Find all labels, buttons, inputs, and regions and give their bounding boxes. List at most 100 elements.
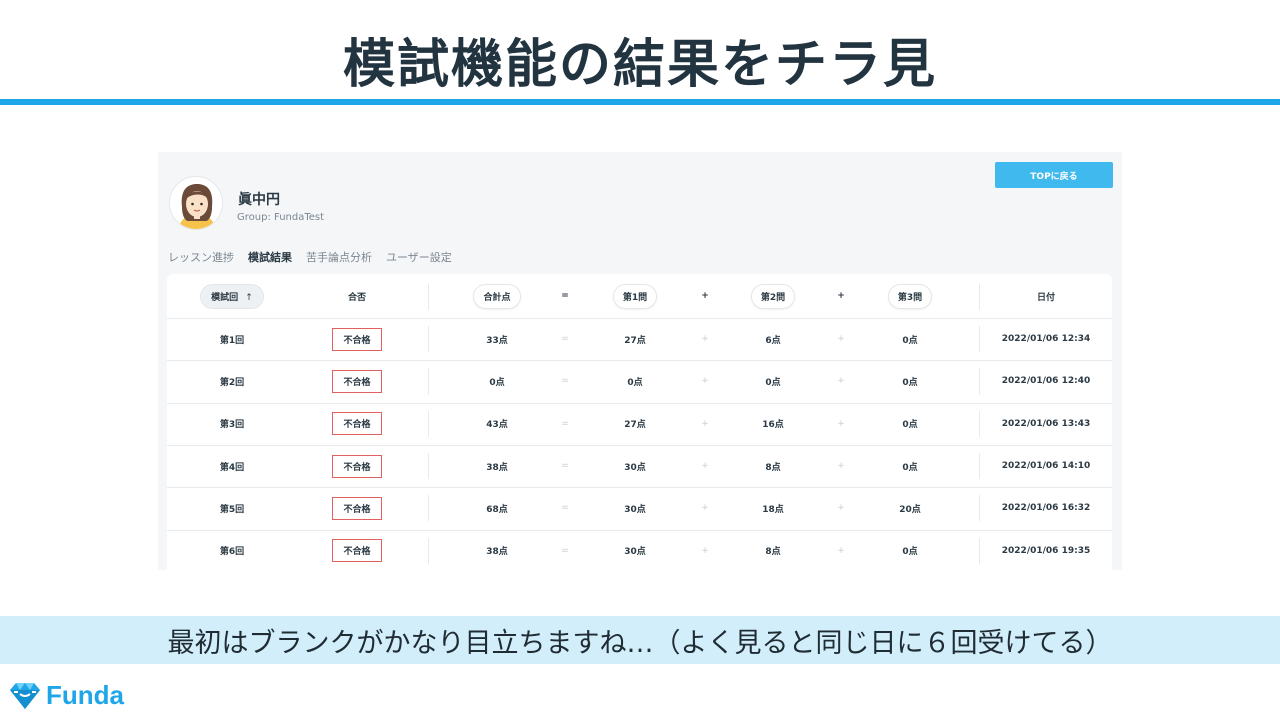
operator-symbol: = <box>561 461 569 472</box>
operator-symbol: + <box>837 376 845 387</box>
top-button[interactable]: TOPに戻る <box>995 162 1113 188</box>
header-q3: 第3問 <box>859 274 961 318</box>
title-underline <box>0 99 1280 105</box>
operator-eq: = <box>547 403 583 445</box>
cell-q3: 0点 <box>902 462 918 473</box>
cell-q2: 8点 <box>765 547 781 558</box>
header-q2: 第2問 <box>723 274 823 318</box>
header-total: 合計点 <box>447 274 547 318</box>
operator-eq: = <box>547 360 583 402</box>
operator-symbol: = <box>561 545 569 556</box>
cell-round: 第6回 <box>219 547 245 558</box>
column-divider <box>979 410 980 437</box>
diamond-logo-icon <box>10 682 40 709</box>
column-divider <box>428 537 429 564</box>
cell-date: 2022/01/06 14:10 <box>1001 461 1091 472</box>
cell-q1: 27点 <box>624 420 646 431</box>
operator-eq: = <box>547 445 583 487</box>
header-plus-1: + <box>701 291 709 301</box>
cell-q3: 0点 <box>902 335 918 346</box>
operator-plus: + <box>823 530 859 571</box>
operator-symbol: + <box>837 334 845 345</box>
tab-mock-results[interactable]: 模試結果 <box>248 249 292 265</box>
operator-symbol: + <box>701 461 709 472</box>
operator-symbol: + <box>837 545 845 556</box>
cell-round: 第2回 <box>219 377 245 388</box>
cell-round: 第3回 <box>219 420 245 431</box>
operator-plus: + <box>687 445 723 487</box>
cell-q1: 30点 <box>624 504 646 515</box>
result-cell: 不合格 <box>297 318 417 360</box>
user-avatar-icon <box>170 177 222 229</box>
fail-badge: 不合格 <box>332 539 382 563</box>
operator-plus: + <box>823 360 859 402</box>
cell-date: 2022/01/06 12:34 <box>1001 334 1091 345</box>
cell-q1: 30点 <box>624 462 646 473</box>
cell-total: 33点 <box>486 335 508 346</box>
sort-arrow-icon: ↑ <box>245 292 253 303</box>
column-divider <box>979 495 980 522</box>
cell-q3: 20点 <box>899 504 921 515</box>
header-date: 日付 <box>1036 292 1055 303</box>
cell-round: 第4回 <box>219 462 245 473</box>
funda-logo: Funda <box>8 680 124 711</box>
cell-q2: 18点 <box>762 504 784 515</box>
cell-q2: 6点 <box>765 335 781 346</box>
cell-q3: 0点 <box>902 547 918 558</box>
fail-badge: 不合格 <box>332 412 382 436</box>
operator-symbol: + <box>837 418 845 429</box>
operator-plus: + <box>687 487 723 529</box>
header-result: 合否 <box>347 292 366 303</box>
operator-eq: = <box>547 530 583 571</box>
tab-lesson-progress[interactable]: レッスン進捗 <box>168 249 234 265</box>
cell-total: 68点 <box>486 504 508 515</box>
slide-title: 模試機能の結果をチラ見 <box>342 35 937 95</box>
tab-user-settings[interactable]: ユーザー設定 <box>386 249 452 265</box>
operator-symbol: = <box>561 503 569 514</box>
operator-plus: + <box>687 530 723 571</box>
cell-q1: 27点 <box>624 335 646 346</box>
cell-q2: 0点 <box>765 377 781 388</box>
cell-q3: 0点 <box>902 377 918 388</box>
header-eq: = <box>561 291 569 301</box>
operator-symbol: = <box>561 376 569 387</box>
operator-eq: = <box>547 487 583 529</box>
column-divider <box>979 326 980 353</box>
result-cell: 不合格 <box>297 530 417 571</box>
result-cell: 不合格 <box>297 360 417 402</box>
operator-symbol: + <box>701 334 709 345</box>
avatar <box>169 176 223 230</box>
cell-round: 第5回 <box>219 504 245 515</box>
column-divider <box>979 368 980 395</box>
result-cell: 不合格 <box>297 403 417 445</box>
operator-plus: + <box>823 487 859 529</box>
cell-q1: 30点 <box>624 547 646 558</box>
column-divider <box>428 410 429 437</box>
fail-badge: 不合格 <box>332 496 382 520</box>
operator-symbol: = <box>561 418 569 429</box>
column-divider <box>979 537 980 564</box>
operator-plus: + <box>687 360 723 402</box>
operator-plus: + <box>687 403 723 445</box>
column-divider <box>979 452 980 480</box>
operator-symbol: + <box>701 376 709 387</box>
logo-wordmark: Funda <box>46 680 124 710</box>
operator-plus: + <box>687 318 723 360</box>
header-round[interactable]: 模試回 ↑ <box>167 274 297 318</box>
cell-date: 2022/01/06 16:32 <box>1001 503 1091 514</box>
cell-round: 第1回 <box>219 335 245 346</box>
fail-badge: 不合格 <box>332 327 382 351</box>
round-sort-button[interactable]: 模試回 ↑ <box>200 283 264 309</box>
cell-q3: 0点 <box>902 420 918 431</box>
user-group: Group: FundaTest <box>237 212 325 223</box>
tab-weak-point-analysis[interactable]: 苦手論点分析 <box>306 249 372 265</box>
operator-symbol: = <box>561 334 569 345</box>
result-cell: 不合格 <box>297 445 417 487</box>
cell-q2: 8点 <box>765 462 781 473</box>
column-divider <box>428 452 429 480</box>
caption-bar: 最初はブランクがかなり目立ちますね…（よく見ると同じ日に６回受けてる） <box>0 616 1280 664</box>
header-plus-2: + <box>837 291 845 301</box>
cell-date: 2022/01/06 19:35 <box>1001 545 1091 556</box>
operator-plus: + <box>823 445 859 487</box>
tab-bar: レッスン進捗 模試結果 苦手論点分析 ユーザー設定 <box>168 249 452 265</box>
